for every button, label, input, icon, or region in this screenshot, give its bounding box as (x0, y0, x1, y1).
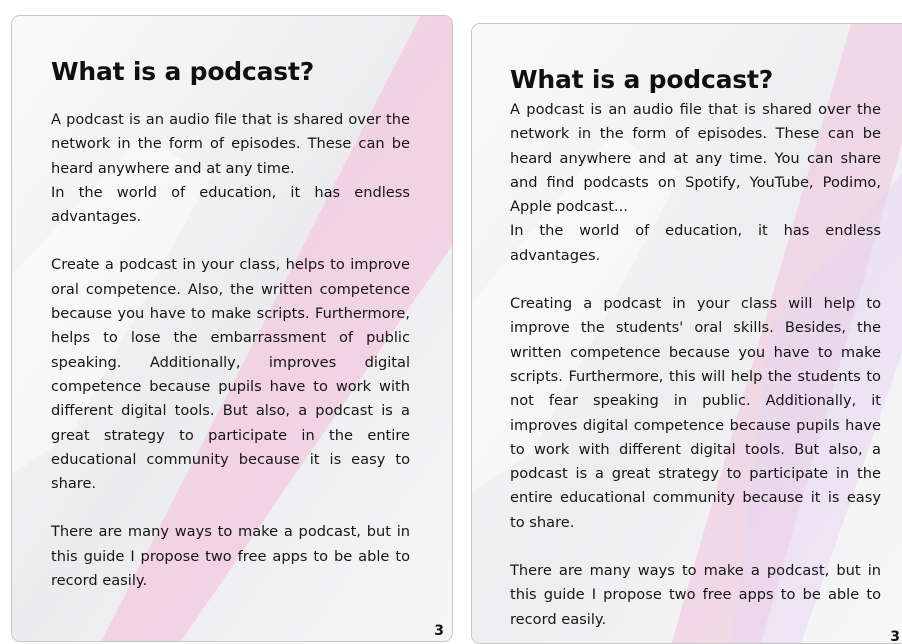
paragraph: A podcast is an audio file that is share… (510, 101, 881, 264)
page-number: 3 (434, 623, 444, 639)
paragraph: There are many ways to make a podcast, b… (51, 523, 410, 590)
page-title: What is a podcast? (51, 57, 315, 86)
document-page-right: What is a podcast? A podcast is an audio… (471, 23, 902, 644)
page-title: What is a podcast? (510, 65, 774, 94)
paragraph: A podcast is an audio file that is share… (51, 111, 410, 226)
paragraph: There are many ways to make a podcast, b… (510, 562, 881, 628)
page-number: 3 (890, 629, 900, 644)
paragraph: Creating a podcast in your class will he… (510, 295, 881, 531)
paragraph: Create a podcast in your class, helps to… (51, 256, 410, 493)
document-page-left: What is a podcast? A podcast is an audio… (11, 15, 453, 642)
